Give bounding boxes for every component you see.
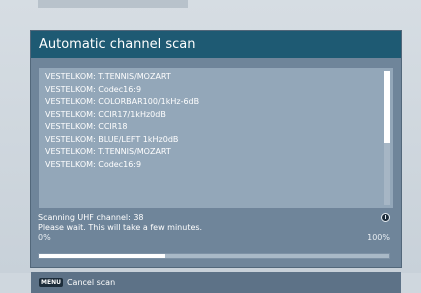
- channel-scan-dialog: Automatic channel scan VESTELKOM: T.TENN…: [30, 30, 402, 293]
- channel-list[interactable]: VESTELKOM: T.TENNIS/MOZART VESTELKOM: Cod…: [45, 71, 375, 171]
- scan-progress-fill: [39, 254, 165, 258]
- dialog-footer: MENU Cancel scan: [31, 272, 401, 293]
- percent-max-label: 100%: [367, 233, 390, 242]
- percent-min-label: 0%: [38, 233, 51, 242]
- channel-list-item[interactable]: VESTELKOM: CCIR17/1kHz0dB: [45, 109, 375, 121]
- clock-icon: [381, 213, 390, 222]
- channel-list-item[interactable]: VESTELKOM: T.TENNIS/MOZART: [45, 146, 375, 158]
- percent-labels: 0% 100%: [38, 233, 394, 243]
- channel-list-item[interactable]: VESTELKOM: Codec16:9: [45, 84, 375, 96]
- channel-list-item[interactable]: VESTELKOM: BLUE/LEFT 1kHz0dB: [45, 134, 375, 146]
- channel-list-panel[interactable]: VESTELKOM: T.TENNIS/MOZART VESTELKOM: Cod…: [38, 67, 394, 209]
- menu-key-icon[interactable]: MENU: [39, 278, 63, 287]
- scan-status: Scanning UHF channel: 38 Please wait. Th…: [38, 213, 394, 242]
- scanning-status-text: Scanning UHF channel: 38: [38, 213, 144, 222]
- dialog-title: Automatic channel scan: [31, 31, 401, 58]
- scrollbar[interactable]: [384, 71, 390, 205]
- cancel-scan-label[interactable]: Cancel scan: [67, 278, 115, 287]
- channel-list-item[interactable]: VESTELKOM: COLORBAR100/1kHz-6dB: [45, 96, 375, 108]
- channel-list-item[interactable]: VESTELKOM: Codec16:9: [45, 159, 375, 171]
- channel-list-item[interactable]: VESTELKOM: T.TENNIS/MOZART: [45, 71, 375, 83]
- scrollbar-thumb[interactable]: [384, 71, 390, 143]
- background-ghost-bar: [38, 0, 188, 8]
- channel-list-item[interactable]: VESTELKOM: CCIR18: [45, 121, 375, 133]
- wait-message: Please wait. This will take a few minute…: [38, 223, 203, 232]
- scan-progress-bar: [38, 253, 390, 259]
